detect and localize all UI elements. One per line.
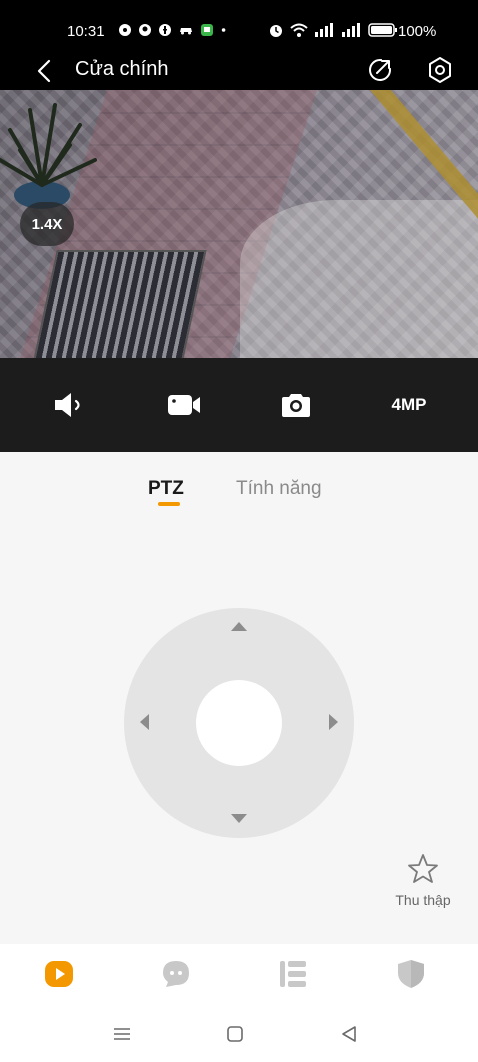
- resolution-button[interactable]: 4MP: [384, 388, 434, 422]
- status-time: 10:31: [67, 23, 105, 40]
- zoom-level-badge[interactable]: 1.4X: [20, 202, 74, 246]
- back-triangle-icon[interactable]: [337, 1022, 361, 1046]
- notification-icons: [118, 23, 230, 37]
- ptz-joystick[interactable]: [124, 608, 354, 838]
- battery-icon: [368, 23, 397, 37]
- car-icon: [180, 28, 192, 35]
- pinwheel-icon: [119, 24, 131, 36]
- back-icon[interactable]: [30, 56, 60, 86]
- facebook-icon: [159, 24, 171, 36]
- list-icon[interactable]: [277, 958, 309, 990]
- camera-video-feed[interactable]: 1.4X: [0, 90, 478, 358]
- share-icon[interactable]: [366, 56, 394, 84]
- chat-icon[interactable]: [160, 958, 192, 990]
- video-light-patch: [240, 200, 478, 358]
- system-status-icons: [268, 22, 398, 38]
- control-bar: 4MP: [0, 358, 478, 452]
- audio-button[interactable]: [50, 388, 90, 422]
- joystick-center-knob[interactable]: [196, 680, 282, 766]
- battery-percent: 100%: [398, 23, 437, 40]
- record-button[interactable]: [164, 388, 204, 422]
- play-icon[interactable]: [43, 958, 75, 990]
- menu-icon[interactable]: [110, 1022, 134, 1046]
- tab-features[interactable]: Tính năng: [236, 478, 322, 500]
- pan-left-icon[interactable]: [140, 714, 149, 730]
- pan-up-icon[interactable]: [231, 622, 247, 631]
- shield-icon[interactable]: [395, 958, 427, 990]
- app-header: Cửa chính: [0, 52, 478, 90]
- video-camera-icon: [168, 395, 200, 415]
- app-icon: [139, 24, 151, 36]
- wifi-icon: [290, 23, 308, 37]
- camera-icon: [282, 394, 310, 417]
- speaker-icon: [55, 393, 80, 417]
- page-title: Cửa chính: [75, 58, 169, 80]
- dot-icon: [221, 28, 226, 32]
- video-plant: [0, 103, 97, 209]
- system-nav-bar: [0, 1008, 478, 1062]
- pan-right-icon[interactable]: [329, 714, 338, 730]
- signal-icon: [315, 23, 333, 37]
- pan-down-icon[interactable]: [231, 814, 247, 823]
- message-icon: [201, 24, 213, 36]
- snapshot-button[interactable]: [278, 388, 314, 422]
- signal-icon-2: [342, 23, 360, 37]
- alarm-icon: [270, 25, 282, 37]
- bottom-nav: [0, 944, 478, 1008]
- favorite-label: Thu thập: [395, 892, 451, 908]
- video-drain-grate: [33, 250, 207, 358]
- tab-ptz[interactable]: PTZ: [148, 478, 184, 500]
- favorite-button[interactable]: Thu thập: [390, 852, 456, 922]
- star-icon: [408, 854, 438, 883]
- control-panel: PTZ Tính năng Thu thập: [0, 452, 478, 944]
- settings-icon[interactable]: [425, 55, 455, 85]
- tab-active-indicator: [158, 502, 180, 506]
- home-icon[interactable]: [223, 1022, 247, 1046]
- status-bar: 10:31 100%: [0, 0, 478, 52]
